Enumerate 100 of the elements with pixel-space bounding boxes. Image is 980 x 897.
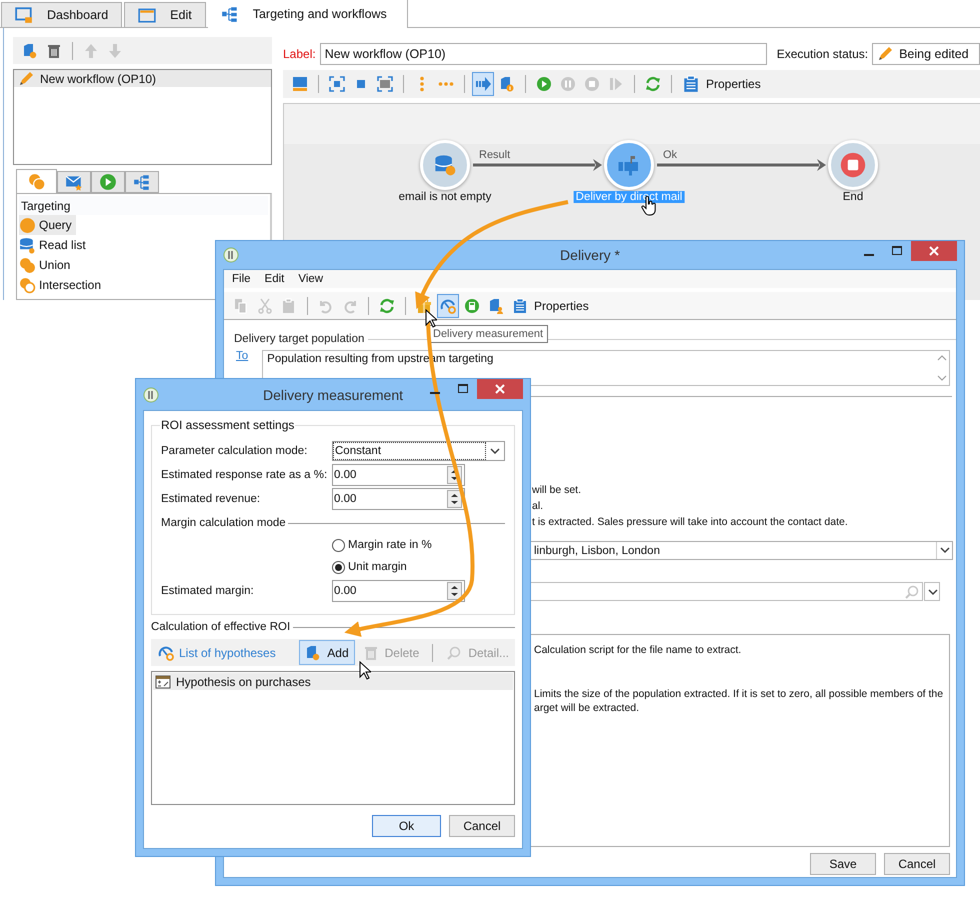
clipboard-icon bbox=[682, 75, 700, 93]
calculator-icon bbox=[464, 298, 480, 314]
dialog-button[interactable]: Save bbox=[810, 853, 876, 875]
field-label: Label: bbox=[283, 47, 316, 61]
list-title: List of hypotheses bbox=[158, 644, 276, 660]
group-title: ROI assessment settings bbox=[160, 418, 296, 432]
radio-option[interactable]: Unit margin bbox=[332, 556, 407, 578]
chart-window-icon bbox=[155, 674, 171, 690]
tab[interactable]: Dashboard bbox=[1, 2, 122, 27]
pencil-icon bbox=[877, 46, 894, 62]
tab[interactable] bbox=[16, 169, 57, 194]
zoom-frame-icon bbox=[377, 76, 393, 92]
node-label: End bbox=[842, 191, 864, 203]
tab[interactable]: Edit bbox=[124, 2, 206, 27]
maximize-icon bbox=[892, 246, 902, 256]
circles-icon bbox=[28, 173, 46, 191]
description-text: t is extracted. Sales pressure will take into account the contact date. bbox=[532, 515, 848, 529]
maximize-icon bbox=[458, 384, 468, 394]
number-field[interactable]: 0.00 bbox=[332, 488, 465, 510]
palette-item[interactable]: Read list bbox=[19, 235, 90, 255]
radio-button[interactable] bbox=[332, 538, 345, 552]
dropdown-arrow-icon bbox=[936, 542, 952, 559]
subsection-title: Margin calculation mode bbox=[161, 517, 286, 529]
menu-item[interactable]: View bbox=[292, 273, 330, 285]
tab[interactable]: Targeting and workflows bbox=[208, 0, 408, 28]
arrow-right-icon bbox=[475, 76, 491, 92]
section-title: Calculation of effective ROI bbox=[151, 621, 290, 633]
copy-icon bbox=[233, 298, 249, 314]
pencil-icon bbox=[18, 70, 34, 86]
radio-button[interactable] bbox=[332, 560, 345, 574]
stop-icon bbox=[584, 76, 600, 92]
new-document-icon bbox=[22, 42, 38, 58]
description-text: will be set. bbox=[532, 483, 582, 497]
field-label: Parameter calculation mode: bbox=[161, 444, 308, 456]
flowchart-icon bbox=[133, 173, 151, 191]
tooltip: Delivery measurement bbox=[428, 325, 548, 343]
play-icon bbox=[99, 173, 117, 191]
stop-icon bbox=[840, 152, 866, 178]
field-label: Estimated response rate as a %: bbox=[161, 468, 328, 480]
database-icon bbox=[19, 236, 36, 254]
description-text: Limits the size of the population extracted. If it is set to zero, all possible members of the bbox=[534, 687, 944, 701]
palette-item[interactable]: Union bbox=[19, 255, 74, 275]
dialog-button[interactable]: Cancel bbox=[449, 815, 515, 837]
app-logo-icon bbox=[143, 386, 159, 402]
transition-label: Ok bbox=[663, 149, 678, 161]
node-label: email is not empty bbox=[398, 191, 492, 203]
window-title: Delivery * bbox=[560, 247, 620, 263]
number-field[interactable]: 0.00 bbox=[332, 464, 465, 486]
dropdown-field[interactable]: Constant bbox=[332, 440, 505, 460]
palette-header: Targeting bbox=[19, 196, 268, 215]
trash-icon bbox=[46, 42, 62, 58]
clipboard-icon bbox=[512, 298, 528, 314]
play-icon bbox=[536, 76, 552, 92]
tab[interactable] bbox=[91, 171, 125, 193]
pointer-cursor-icon bbox=[359, 661, 371, 680]
overlapping-circles-icon bbox=[19, 256, 36, 274]
spinner-icon bbox=[447, 582, 462, 600]
envelope-icon bbox=[65, 173, 83, 191]
panel-icon bbox=[292, 76, 308, 92]
close-icon bbox=[929, 246, 939, 256]
dialog-button[interactable]: Ok bbox=[372, 815, 441, 837]
properties-button[interactable]: Properties bbox=[679, 72, 764, 96]
activity-node[interactable] bbox=[604, 140, 654, 190]
pause-icon bbox=[560, 76, 576, 92]
database-icon bbox=[434, 154, 456, 176]
menu-item[interactable]: File bbox=[226, 273, 257, 285]
minimize-icon bbox=[864, 254, 874, 256]
minimize-icon bbox=[430, 392, 440, 394]
close-button[interactable] bbox=[911, 241, 957, 261]
field-label: Execution status: bbox=[776, 47, 868, 61]
properties-button[interactable]: Properties bbox=[509, 294, 592, 318]
toolbar-button[interactable]: Add bbox=[299, 640, 355, 665]
paste-icon bbox=[281, 298, 297, 314]
list-item[interactable]: Hypothesis on purchases bbox=[153, 673, 513, 690]
list-item[interactable]: New workflow (OP10) bbox=[14, 70, 271, 87]
section-title: Delivery target population bbox=[234, 333, 364, 345]
description-text: al. bbox=[532, 499, 544, 513]
field-label: Estimated margin: bbox=[161, 584, 255, 596]
tab[interactable] bbox=[125, 171, 159, 193]
activity-node[interactable] bbox=[420, 140, 470, 190]
close-icon bbox=[495, 384, 505, 394]
palette-item[interactable]: Intersection bbox=[19, 275, 106, 295]
field-label: Estimated revenue: bbox=[161, 492, 262, 504]
label-field[interactable]: New workflow (OP10) bbox=[320, 43, 767, 65]
gift-icon bbox=[416, 298, 432, 314]
menu-item[interactable]: Edit bbox=[258, 273, 290, 285]
activity-node[interactable] bbox=[828, 140, 878, 190]
status-field[interactable]: Being edited bbox=[872, 43, 980, 65]
gauge-icon bbox=[158, 644, 174, 660]
circle-icon bbox=[19, 216, 36, 234]
down-arrow-icon bbox=[107, 42, 123, 58]
close-button[interactable] bbox=[477, 379, 523, 399]
step-icon bbox=[608, 76, 624, 92]
palette-item[interactable]: Query bbox=[19, 215, 76, 235]
dialog-button[interactable]: Cancel bbox=[884, 853, 950, 875]
radio-option[interactable]: Margin rate in % bbox=[332, 534, 432, 556]
app-logo-icon bbox=[223, 247, 239, 263]
tab[interactable] bbox=[57, 171, 91, 193]
number-field[interactable]: 0.00 bbox=[332, 580, 465, 602]
new-document-icon bbox=[305, 644, 322, 660]
